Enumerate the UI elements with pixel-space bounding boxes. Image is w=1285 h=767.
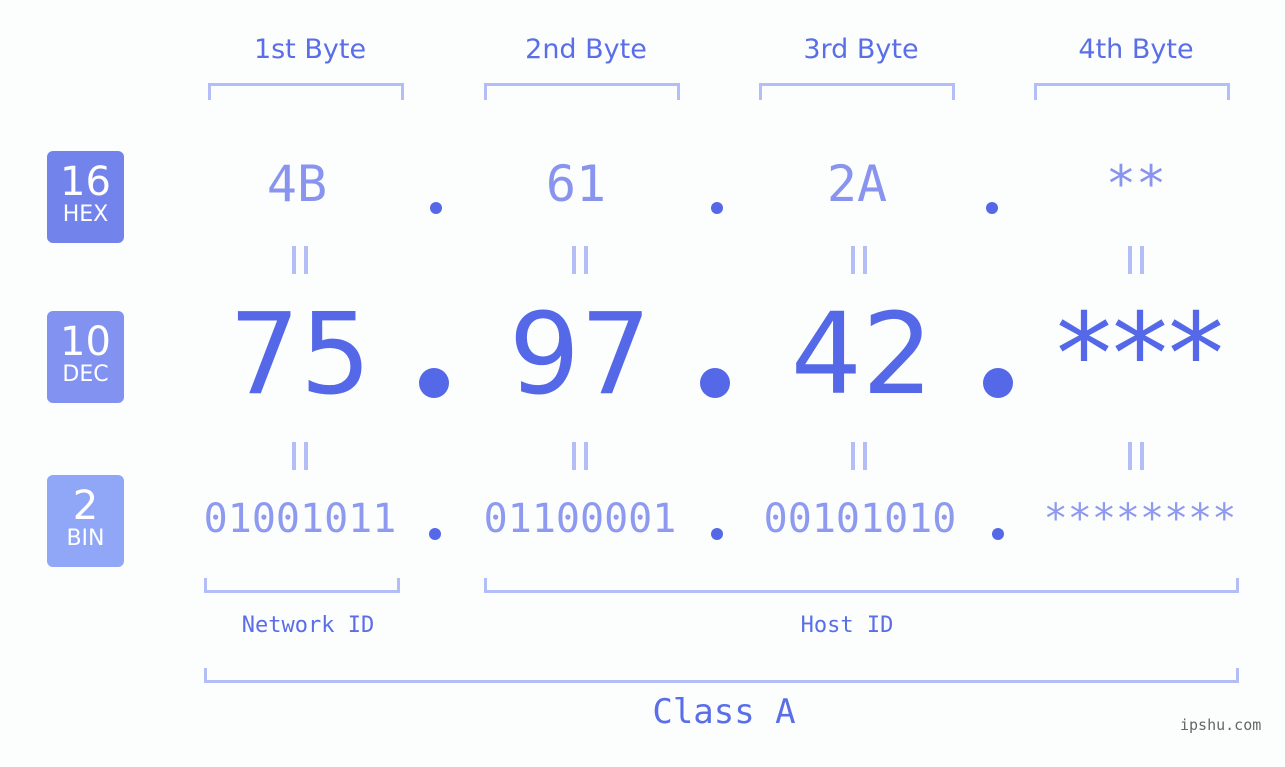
dec-separator-dot	[983, 368, 1013, 398]
dec-byte-1: 75	[228, 290, 372, 420]
byte-bracket-4	[1034, 83, 1230, 100]
bin-byte-4: ********	[1043, 496, 1237, 542]
dec-badge-label: DEC	[62, 362, 109, 387]
host-id-bracket	[484, 578, 1239, 593]
hex-separator-dot	[430, 202, 442, 214]
dec-byte-3: 42	[790, 290, 934, 420]
equals-sign	[292, 442, 308, 470]
byte-bracket-3	[759, 83, 955, 100]
byte-bracket-1	[208, 83, 404, 100]
hex-separator-dot	[986, 202, 998, 214]
network-id-label: Network ID	[241, 613, 375, 638]
hex-byte-2: 61	[545, 155, 607, 213]
bin-separator-dot	[429, 528, 441, 540]
hex-badge-number: 16	[60, 159, 111, 205]
byte-header-2: 2nd Byte	[525, 34, 647, 65]
equals-sign	[572, 442, 588, 470]
class-label: Class A	[652, 692, 796, 732]
hex-byte-4: **	[1105, 155, 1167, 213]
equals-sign	[1128, 246, 1144, 274]
equals-sign	[292, 246, 308, 274]
equals-sign	[1128, 442, 1144, 470]
byte-header-3: 3rd Byte	[803, 34, 919, 65]
byte-bracket-2	[484, 83, 680, 100]
equals-sign	[572, 246, 588, 274]
dec-byte-4: ***	[1056, 290, 1224, 420]
hex-byte-1: 4B	[266, 155, 328, 213]
host-id-label: Host ID	[800, 613, 894, 638]
dec-separator-dot	[419, 368, 449, 398]
byte-header-4: 4th Byte	[1078, 34, 1194, 65]
dec-separator-dot	[700, 368, 730, 398]
dec-badge: 10 DEC	[47, 311, 124, 403]
hex-badge: 16 HEX	[47, 151, 124, 243]
hex-badge-label: HEX	[62, 202, 109, 227]
bin-byte-3: 00101010	[763, 496, 957, 542]
bin-badge-label: BIN	[66, 526, 105, 551]
hex-byte-3: 2A	[826, 155, 888, 213]
bin-badge: 2 BIN	[47, 475, 124, 567]
dec-badge-number: 10	[60, 319, 111, 365]
equals-sign	[851, 246, 867, 274]
bin-badge-number: 2	[72, 483, 99, 529]
dec-byte-2: 97	[508, 290, 652, 420]
bin-byte-1: 01001011	[203, 496, 397, 542]
hex-separator-dot	[711, 202, 723, 214]
bin-separator-dot	[992, 528, 1004, 540]
class-bracket	[204, 668, 1239, 683]
watermark: ipshu.com	[1180, 716, 1262, 734]
bin-separator-dot	[711, 528, 723, 540]
network-id-bracket	[204, 578, 400, 593]
byte-header-1: 1st Byte	[253, 34, 367, 65]
bin-byte-2: 01100001	[483, 496, 677, 542]
equals-sign	[851, 442, 867, 470]
